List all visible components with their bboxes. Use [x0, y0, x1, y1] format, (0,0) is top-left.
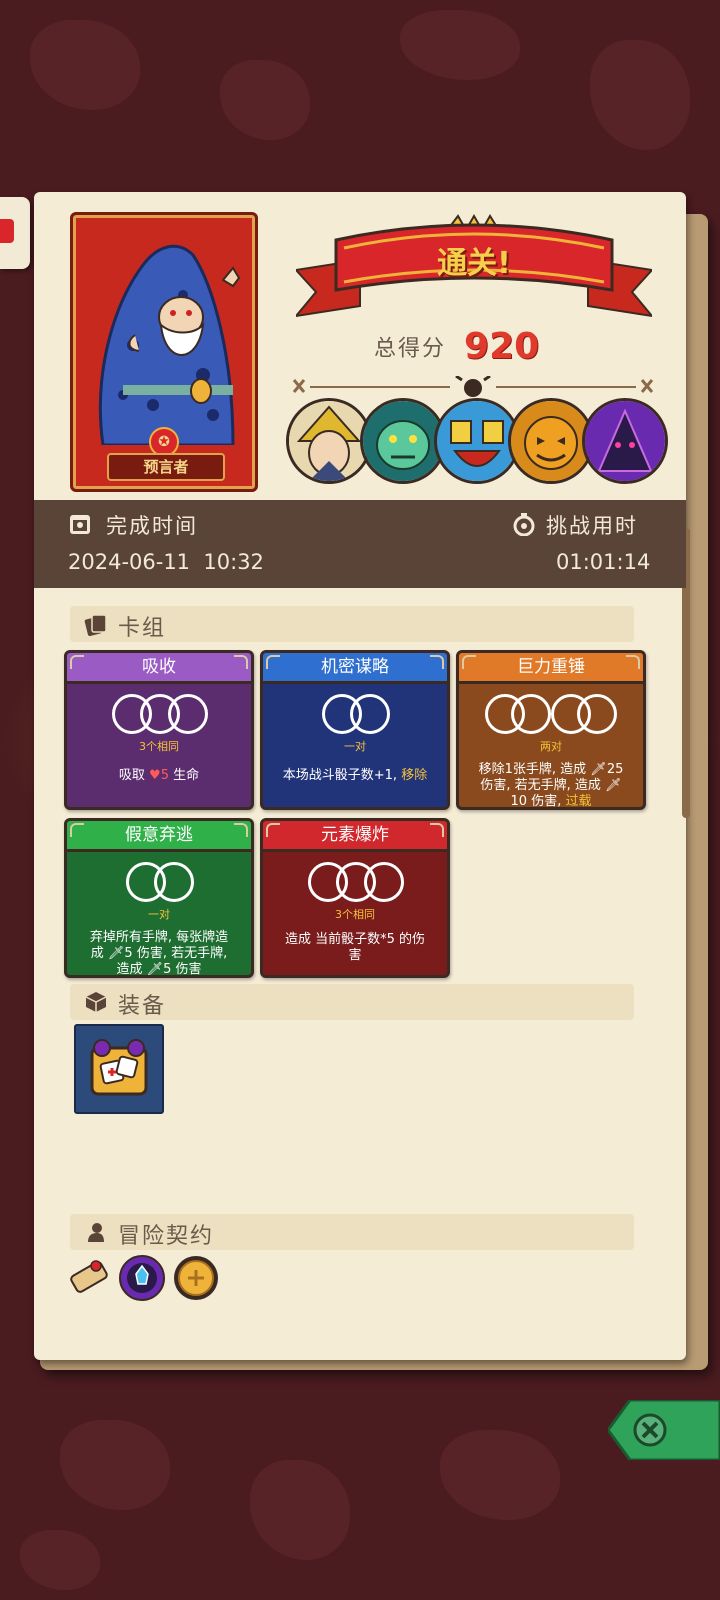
close-button[interactable]: [608, 1400, 720, 1460]
contract-icon: [88, 1223, 104, 1242]
challenge-time-label: 挑战用时: [546, 514, 638, 538]
hero-name: 预言者: [107, 453, 225, 481]
banner-text: 通关!: [437, 246, 511, 281]
challenge-time-value: 01:01:14: [556, 550, 651, 574]
skill-card[interactable]: 吸收 3个相同 吸取 ♥5 生命: [64, 650, 254, 810]
hero-card: ✪ 预言者: [70, 212, 258, 492]
score-value: 920: [464, 326, 540, 367]
section-equipment-title: 装备: [118, 994, 167, 1019]
time-band: 完成时间 2024-06-11 10:32 挑战用时 01:01:14: [34, 500, 686, 588]
side-tab[interactable]: [0, 197, 30, 269]
dice-slots: [112, 694, 208, 734]
defeated-bosses: [286, 398, 668, 484]
contract-coin-icon[interactable]: [172, 1254, 220, 1302]
skill-card-requirement: 3个相同: [335, 908, 375, 921]
skill-card-requirement: 3个相同: [139, 740, 179, 753]
dice-box-icon: [85, 992, 107, 1012]
bg-decoration: [250, 1460, 350, 1560]
finish-time-label: 完成时间: [106, 514, 198, 538]
finish-time-value: 2024-06-11 10:32: [68, 550, 264, 574]
skill-card-title: 元素爆炸: [263, 821, 447, 852]
equipment-item-dice-box[interactable]: [74, 1024, 164, 1114]
boss-portrait-5[interactable]: [582, 398, 668, 484]
result-panel: ✪ 预言者 通关! 总得分 920 完成时间 2024-06-11 10:32 …: [34, 192, 690, 1360]
score-row: 总得分 920: [374, 326, 539, 368]
bg-decoration: [590, 40, 690, 150]
skill-card-title: 吸收: [67, 653, 251, 684]
section-deck: 卡组: [70, 606, 634, 642]
skill-card-title: 机密谋略: [263, 653, 447, 684]
section-contract-title: 冒险契约: [118, 1224, 215, 1249]
dice-slots: [308, 862, 404, 902]
skill-card[interactable]: 巨力重锤 两对 移除1张手牌, 造成 🗡25 伤害, 若无手牌, 造成 🗡 10 …: [456, 650, 646, 810]
skill-card-title: 巨力重锤: [459, 653, 643, 684]
skill-card[interactable]: 元素爆炸 3个相同 造成 当前骰子数*5 的伤害: [260, 818, 450, 978]
bg-decoration: [60, 1420, 170, 1510]
cards-icon: [84, 614, 107, 636]
calendar-icon: [70, 515, 90, 534]
bg-decoration: [440, 1430, 560, 1520]
section-deck-title: 卡组: [118, 616, 167, 641]
bg-decoration: [400, 10, 520, 80]
bg-decoration: [220, 60, 310, 140]
bg-decoration: [20, 1530, 100, 1590]
bg-decoration: [30, 20, 140, 110]
health-icon: ♥: [149, 768, 161, 783]
contract-scroll-icon[interactable]: [66, 1254, 114, 1302]
skill-card-requirement: 一对: [148, 908, 170, 921]
skill-card-description: 造成 当前骰子数*5 的伤害: [284, 932, 426, 963]
skill-card-description: 移除1张手牌, 造成 🗡25 伤害, 若无手牌, 造成 🗡 10 伤害, 过载: [478, 762, 624, 809]
skill-card-requirement: 一对: [344, 740, 366, 753]
dice-slots: [126, 862, 194, 902]
skill-card-requirement: 两对: [540, 740, 562, 753]
section-contract: 冒险契约: [70, 1214, 634, 1250]
stopwatch-icon: [513, 513, 535, 536]
skill-card-description: 弃掉所有手牌, 每张牌造成 🗡5 伤害, 若无手牌, 造成 🗡5 伤害: [89, 930, 229, 977]
skill-card[interactable]: 机密谋略 一对 本场战斗骰子数+1, 移除: [260, 650, 450, 810]
divider-ornament: [292, 376, 654, 397]
skill-card-description: 本场战斗骰子数+1, 移除: [282, 768, 428, 783]
skill-card-title: 假意弃逃: [67, 821, 251, 852]
skill-card-description: 吸取 ♥5 生命: [118, 768, 200, 783]
section-equipment: 装备: [70, 984, 634, 1020]
score-label: 总得分: [374, 336, 447, 362]
skill-card[interactable]: 假意弃逃 一对 弃掉所有手牌, 每张牌造成 🗡5 伤害, 若无手牌, 造成 🗡5 …: [64, 818, 254, 978]
dice-slots: [322, 694, 390, 734]
dice-slots: [485, 694, 617, 734]
hero-portrait: [83, 225, 245, 445]
contract-crystal-icon[interactable]: [118, 1254, 166, 1302]
